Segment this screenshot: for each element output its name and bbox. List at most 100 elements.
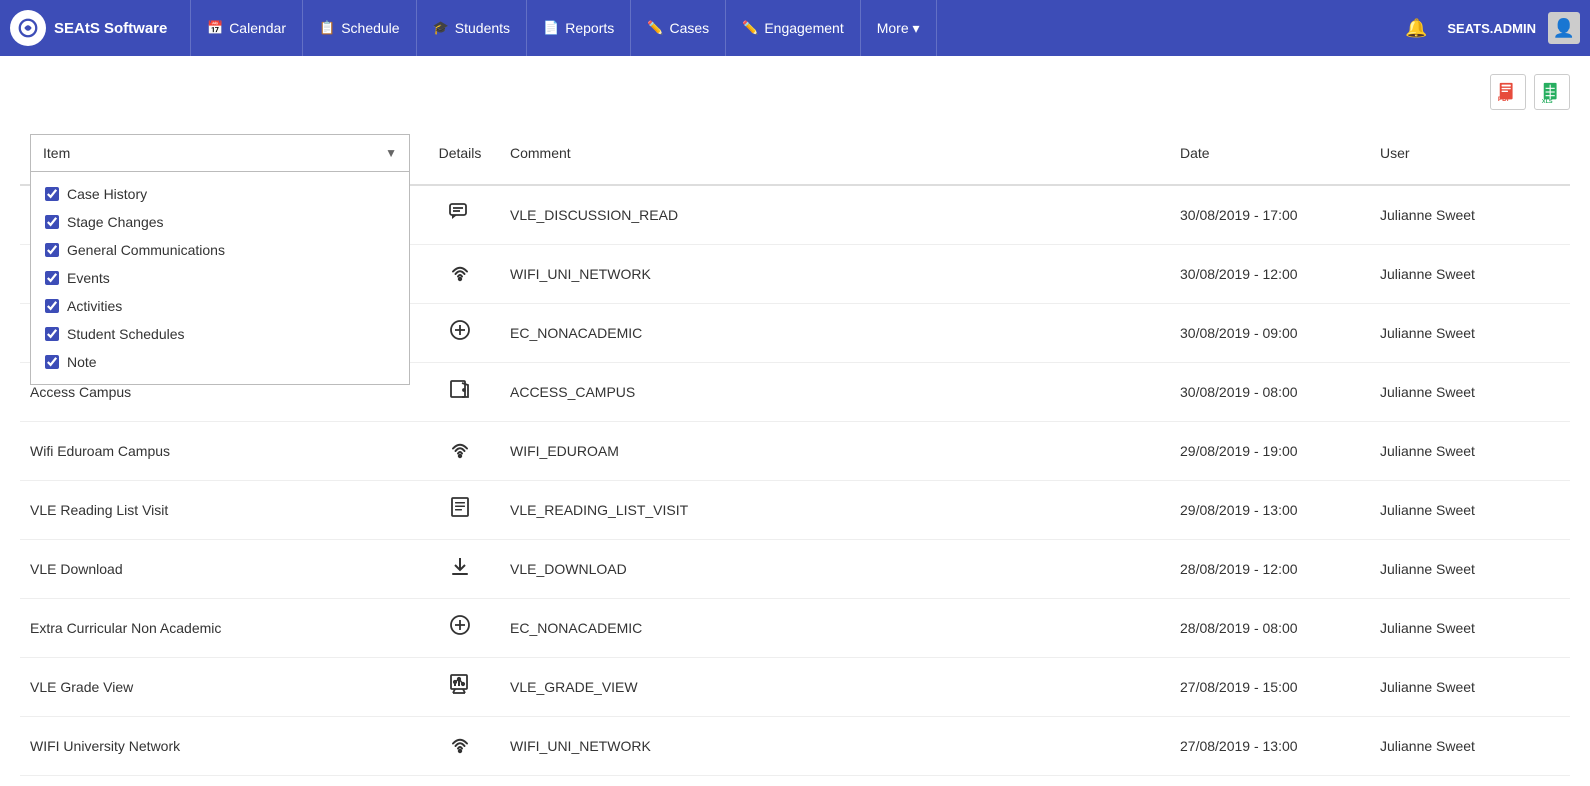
cases-icon: ✏️ — [647, 20, 663, 36]
col-header-comment: Comment — [500, 122, 1170, 185]
cell-date-0: 30/08/2019 - 17:00 — [1170, 185, 1370, 245]
dropdown-option-stage-changes[interactable]: Stage Changes — [31, 208, 409, 236]
cell-comment-1: WIFI_UNI_NETWORK — [500, 245, 1170, 304]
checkbox-activities[interactable] — [45, 299, 59, 313]
item-dropdown-label: Item — [43, 145, 70, 161]
table-row: WIFI University Network WIFI_UNI_NETWORK… — [20, 717, 1570, 776]
cell-comment-7: EC_NONACADEMIC — [500, 599, 1170, 658]
cell-item-7: Extra Curricular Non Academic — [20, 599, 420, 658]
cell-details-0 — [420, 185, 500, 245]
dropdown-option-case-history[interactable]: Case History — [31, 180, 409, 208]
dropdown-option-note[interactable]: Note — [31, 348, 409, 376]
cell-user-0: Julianne Sweet — [1370, 185, 1570, 245]
cell-details-1 — [420, 245, 500, 304]
cell-details-3 — [420, 363, 500, 422]
table-row: VLE Grade View VLE_GRADE_VIEW 27/08/2019… — [20, 658, 1570, 717]
dropdown-option-activities[interactable]: Activities — [31, 292, 409, 320]
dropdown-option-student-schedules[interactable]: Student Schedules — [31, 320, 409, 348]
students-icon: 🎓 — [433, 20, 449, 36]
admin-label: SEATS.ADMIN — [1447, 21, 1536, 36]
cell-item-4: Wifi Eduroam Campus — [20, 422, 420, 481]
nav-cases[interactable]: ✏️ Cases — [631, 0, 726, 56]
excel-export-button[interactable]: XLS — [1534, 74, 1570, 110]
brand-logo — [10, 10, 46, 46]
col-header-user: User — [1370, 122, 1570, 185]
dropdown-option-events[interactable]: Events — [31, 264, 409, 292]
option-label-events: Events — [67, 270, 110, 286]
nav-engagement-label: Engagement — [764, 20, 843, 36]
nav-students[interactable]: 🎓 Students — [417, 0, 527, 56]
option-label-general-comms: General Communications — [67, 242, 225, 258]
checkbox-general-comms[interactable] — [45, 243, 59, 257]
svg-text:PDF: PDF — [1498, 96, 1511, 103]
chevron-down-icon: ▼ — [385, 146, 397, 160]
table-row: VLE Reading List Visit VLE_READING_LIST_… — [20, 481, 1570, 540]
nav-right: 🔔 SEATS.ADMIN 👤 — [1397, 12, 1580, 44]
cell-user-6: Julianne Sweet — [1370, 540, 1570, 599]
nav-reports-label: Reports — [565, 20, 614, 36]
nav-more[interactable]: More ▾ — [861, 0, 937, 56]
toolbar: PDF XLS — [20, 66, 1570, 118]
col-header-details: Details — [420, 122, 500, 185]
avatar[interactable]: 👤 — [1548, 12, 1580, 44]
cell-date-9: 27/08/2019 - 13:00 — [1170, 717, 1370, 776]
cell-date-4: 29/08/2019 - 19:00 — [1170, 422, 1370, 481]
cell-details-6 — [420, 540, 500, 599]
nav-items: 📅 Calendar 📋 Schedule 🎓 Students 📄 Repor… — [190, 0, 1397, 56]
cell-date-3: 30/08/2019 - 08:00 — [1170, 363, 1370, 422]
cell-comment-2: EC_NONACADEMIC — [500, 304, 1170, 363]
option-label-activities: Activities — [67, 298, 122, 314]
col-header-date: Date — [1170, 122, 1370, 185]
cell-item-5: VLE Reading List Visit — [20, 481, 420, 540]
cell-user-5: Julianne Sweet — [1370, 481, 1570, 540]
item-dropdown-menu: Case History Stage Changes General Commu… — [30, 172, 410, 385]
cell-user-7: Julianne Sweet — [1370, 599, 1570, 658]
cell-date-2: 30/08/2019 - 09:00 — [1170, 304, 1370, 363]
option-label-case-history: Case History — [67, 186, 147, 202]
cell-comment-5: VLE_READING_LIST_VISIT — [500, 481, 1170, 540]
page-content: PDF XLS Item — [0, 56, 1590, 786]
nav-more-label: More ▾ — [877, 20, 920, 37]
pdf-export-button[interactable]: PDF — [1490, 74, 1526, 110]
item-dropdown-button[interactable]: Item ▼ — [30, 134, 410, 172]
nav-calendar-label: Calendar — [229, 20, 286, 36]
activity-table: Item ▼ Case History Stage Cha — [20, 122, 1570, 776]
brand-name: SEAtS Software — [54, 20, 167, 37]
cell-details-2 — [420, 304, 500, 363]
cell-date-1: 30/08/2019 - 12:00 — [1170, 245, 1370, 304]
cell-user-8: Julianne Sweet — [1370, 658, 1570, 717]
checkbox-stage-changes[interactable] — [45, 215, 59, 229]
cell-details-4 — [420, 422, 500, 481]
table-row: Wifi Eduroam Campus WIFI_EDUROAM 29/08/2… — [20, 422, 1570, 481]
navbar: SEAtS Software 📅 Calendar 📋 Schedule 🎓 S… — [0, 0, 1590, 56]
brand-link[interactable]: SEAtS Software — [10, 10, 170, 46]
notification-bell[interactable]: 🔔 — [1397, 14, 1435, 43]
svg-text:XLS: XLS — [1542, 99, 1553, 103]
checkbox-student-schedules[interactable] — [45, 327, 59, 341]
checkbox-case-history[interactable] — [45, 187, 59, 201]
checkbox-note[interactable] — [45, 355, 59, 369]
cell-date-8: 27/08/2019 - 15:00 — [1170, 658, 1370, 717]
cell-item-8: VLE Grade View — [20, 658, 420, 717]
dropdown-option-general-comms[interactable]: General Communications — [31, 236, 409, 264]
cell-details-9 — [420, 717, 500, 776]
table-container: Item ▼ Case History Stage Cha — [20, 122, 1570, 776]
cell-date-5: 29/08/2019 - 13:00 — [1170, 481, 1370, 540]
table-header-row: Item ▼ Case History Stage Cha — [20, 122, 1570, 185]
nav-cases-label: Cases — [669, 20, 709, 36]
nav-calendar[interactable]: 📅 Calendar — [190, 0, 303, 56]
nav-engagement[interactable]: ✏️ Engagement — [726, 0, 861, 56]
nav-reports[interactable]: 📄 Reports — [527, 0, 631, 56]
item-dropdown-container: Item ▼ Case History Stage Cha — [30, 134, 410, 172]
schedule-icon: 📋 — [319, 20, 335, 36]
nav-schedule-label: Schedule — [341, 20, 399, 36]
table-row: Extra Curricular Non Academic EC_NONACAD… — [20, 599, 1570, 658]
nav-schedule[interactable]: 📋 Schedule — [303, 0, 417, 56]
cell-details-7 — [420, 599, 500, 658]
option-label-note: Note — [67, 354, 97, 370]
reports-icon: 📄 — [543, 20, 559, 36]
checkbox-events[interactable] — [45, 271, 59, 285]
cell-comment-6: VLE_DOWNLOAD — [500, 540, 1170, 599]
nav-students-label: Students — [455, 20, 510, 36]
cell-user-3: Julianne Sweet — [1370, 363, 1570, 422]
